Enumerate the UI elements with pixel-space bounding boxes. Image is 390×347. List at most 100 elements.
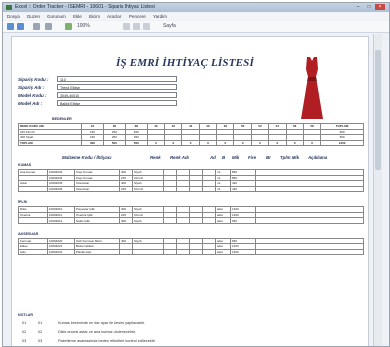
material-cell: mt (215, 185, 231, 193)
materials-header-cell: Fire (248, 155, 257, 160)
material-cell (189, 248, 203, 256)
material-note-cell (255, 248, 364, 256)
material-cell: Plastik Askı (74, 248, 120, 256)
size-table-row-cell: 0 (285, 139, 304, 147)
size-table-row-cell: 0 (164, 139, 183, 147)
print-icon[interactable] (33, 23, 40, 30)
size-table-row-cell: 0 (268, 139, 287, 147)
close-button[interactable]: × (375, 4, 385, 10)
material-cell (202, 248, 216, 256)
size-table-row-cell: 500 (124, 139, 148, 147)
material-cell (163, 217, 177, 224)
model-name-label: Model Adı : (18, 101, 43, 106)
material-cell (202, 185, 216, 193)
menu-item-duzen[interactable]: Duzen (27, 13, 40, 20)
zoom-in-icon[interactable] (65, 23, 72, 30)
material-cell (18, 185, 48, 193)
minimize-button[interactable]: – (353, 4, 363, 10)
app-window: Excel :: Order Tracker - ISEMRI - 10601 … (2, 2, 390, 347)
size-table-row-cell: 1300 (320, 139, 364, 147)
title-bar: Excel :: Order Tracker - ISEMRI - 10601 … (3, 3, 389, 12)
material-cell (202, 217, 216, 224)
order-name-field: Trend Elbise (57, 84, 177, 90)
material-cell: Tela Astar (74, 185, 120, 193)
material-table: Ana kumas 10002033 Krep Kumas 400 Siyah mt 850… (18, 169, 364, 193)
material-cell (163, 248, 177, 256)
note-code: 03 (38, 339, 43, 343)
material-cell: 650 (230, 217, 256, 224)
model-name-field: Balikli Elbise (57, 100, 177, 106)
material-table: Fermuar 10004020 Gizli Fermuar 60cm 400 Siya… (18, 237, 364, 256)
first-page-icon[interactable] (123, 23, 130, 30)
material-cell (176, 248, 190, 256)
forward-icon[interactable] (17, 23, 24, 30)
size-table-row-cell: TOPLAM (18, 139, 82, 147)
size-table: RENK KODU ADI 34 36 38 40 42 44 46 48 50 52 54 56 58 T… (18, 123, 364, 147)
window-title: Excel :: Order Tracker - ISEMRI - 10601 … (15, 4, 155, 10)
menu-item-pencere[interactable]: Pencere (129, 13, 146, 20)
materials-header-cell: Malzeme Kodu / İhtiyacı (62, 155, 112, 160)
maximize-button[interactable]: □ (364, 4, 374, 10)
note-text: Dikis oncesi astar ve ana kumas utulenec… (58, 330, 136, 334)
size-table-row-cell: 0 (302, 139, 322, 147)
size-table-row-cell: 0 (181, 139, 200, 147)
material-cell (176, 185, 190, 193)
note-text: Paketleme asamasinda beden etiketleri ko… (58, 339, 156, 343)
model-code-label: Model Kodu : (18, 93, 47, 98)
materials-header-cell: Renk (150, 155, 161, 160)
material-cell (132, 248, 164, 256)
size-table-row-cell: 0 (216, 139, 235, 147)
material-cell (189, 185, 203, 193)
materials-header-cell: Mik (232, 155, 240, 160)
material-cell: 420 (230, 185, 256, 193)
report-sheet: İŞ EMRİ İHTİYAÇ LİSTESİ Sipariş Kodu : 1… (11, 36, 369, 346)
material-row: 10003012 Nakis Iplik 400 Siyah adet 650 (18, 217, 364, 224)
menu-item-araclar[interactable]: Araclar (107, 13, 121, 20)
page-label: Sayfa (163, 23, 176, 29)
material-cell: Askı (18, 248, 48, 256)
material-cell (18, 217, 48, 224)
note-code: 01 (38, 321, 43, 325)
size-table-row-cell: 300 (81, 139, 104, 147)
material-cell: Siyah (132, 217, 164, 224)
material-cell (176, 217, 190, 224)
menu-bar: Dosya Duzen Gorunum Ekle Bicim Araclar P… (3, 13, 389, 20)
size-table-row-cell: 0 (198, 139, 218, 147)
notes-title: NOTLAR (18, 313, 33, 317)
material-cell (189, 217, 203, 224)
menu-item-yardim[interactable]: Yardim (153, 13, 167, 20)
back-icon[interactable] (7, 23, 14, 30)
material-section-label: İPLİK (18, 200, 28, 205)
vertical-scrollbar[interactable] (373, 34, 382, 346)
material-row: 10002036 Tela Astar 225 Kirmizi mt 420 (18, 185, 364, 193)
material-cell: adet (215, 248, 231, 256)
material-note-cell (255, 185, 364, 193)
materials-header-cell: Ad (210, 155, 216, 160)
zoom-level[interactable]: 100% (77, 21, 90, 32)
scrollbar-thumb[interactable] (375, 50, 381, 170)
menu-item-dosya[interactable]: Dosya (7, 13, 20, 20)
prev-page-icon[interactable] (133, 23, 140, 30)
material-cell (119, 248, 133, 256)
excel-app-icon (6, 5, 12, 10)
order-code-label: Sipariş Kodu : (18, 77, 49, 82)
material-cell: adet (215, 217, 231, 224)
materials-header-cell: B (222, 155, 226, 160)
material-cell (163, 185, 177, 193)
menu-item-ekle[interactable]: Ekle (73, 13, 82, 20)
save-icon[interactable] (45, 23, 52, 30)
size-table-row-cell: 500 (102, 139, 126, 147)
menu-item-bicim[interactable]: Bicim (89, 13, 100, 20)
menu-item-gorunum[interactable]: Gorunum (47, 13, 66, 20)
next-page-icon[interactable] (143, 23, 150, 30)
material-section-label: KUMAS (18, 163, 32, 167)
note-code: 02 (22, 330, 27, 334)
material-cell: 225 (119, 185, 133, 193)
size-table-row-cell: 0 (233, 139, 252, 147)
size-table-row-cell: 0 (250, 139, 270, 147)
size-table-row-cell: 0 (146, 139, 166, 147)
toolbar: 100% Sayfa (3, 21, 389, 33)
material-row: Askı 10004022 Plastik Askı adet 1300 (18, 248, 364, 256)
order-code-field: 110 (57, 76, 177, 82)
size-group-label: BEDENLER (52, 117, 72, 121)
